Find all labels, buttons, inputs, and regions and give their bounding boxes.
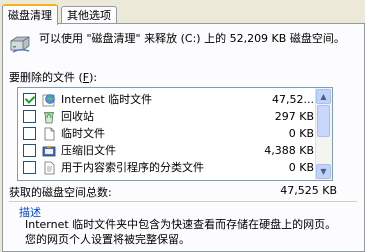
tab-more-options[interactable]: 其他选项 bbox=[61, 6, 117, 24]
cleanup-description: 可以使用 "磁盘清理" 来释放 (C:) 上的 52,209 KB 磁盘空间。 bbox=[39, 32, 345, 45]
file-name: Internet 临时文件 bbox=[61, 92, 153, 108]
recycle-bin-icon bbox=[44, 112, 54, 124]
space-gained-value: 47,525 KB bbox=[280, 184, 337, 197]
checkbox[interactable] bbox=[23, 161, 36, 174]
checkbox[interactable] bbox=[23, 93, 36, 106]
file-name: 压缩旧文件 bbox=[61, 144, 116, 157]
list-item[interactable]: 用于内容索引程序的分类文件 0 KB bbox=[18, 160, 314, 176]
globe-icon bbox=[42, 94, 55, 107]
file-name: 用于内容索引程序的分类文件 bbox=[61, 161, 204, 174]
list-item[interactable]: 回收站 297 KB bbox=[18, 109, 314, 125]
list-item[interactable]: 临时文件 0 KB bbox=[18, 126, 314, 142]
description-text: Internet 临时文件夹中包含为快速查看而存储在硬盘上的网页。您的网页个人设… bbox=[25, 218, 337, 246]
file-size: 4,388 KB bbox=[264, 144, 314, 157]
file-size: 0 KB bbox=[288, 161, 314, 174]
temp-file-icon bbox=[44, 127, 55, 141]
tab-strip: 磁盘清理 其他选项 bbox=[0, 4, 365, 25]
file-name: 临时文件 bbox=[61, 127, 105, 140]
hard-drive-icon bbox=[10, 36, 30, 53]
file-size: 0 KB bbox=[288, 127, 314, 140]
file-size: 47,52... bbox=[272, 93, 314, 106]
checkbox[interactable] bbox=[23, 110, 36, 123]
scroll-thumb[interactable] bbox=[317, 105, 330, 137]
scroll-up-button[interactable]: ▲ bbox=[316, 89, 331, 104]
vertical-scrollbar[interactable]: ▲ ▼ bbox=[315, 88, 332, 180]
file-name: 回收站 bbox=[61, 110, 94, 123]
checkbox[interactable] bbox=[23, 127, 36, 140]
checkbox[interactable] bbox=[23, 144, 36, 157]
tab-disk-cleanup[interactable]: 磁盘清理 bbox=[2, 4, 58, 25]
space-gained-label: 获取的磁盘空间总数: bbox=[9, 186, 112, 199]
list-item[interactable]: Internet 临时文件 47,52... bbox=[18, 92, 314, 108]
list-item[interactable]: 压缩旧文件 4,388 KB bbox=[18, 143, 314, 159]
compress-icon bbox=[42, 146, 56, 157]
file-size: 297 KB bbox=[274, 110, 314, 123]
files-to-delete-label: 要删除的文件 (F): bbox=[9, 71, 98, 84]
files-to-delete-list[interactable]: Internet 临时文件 47,52... 回收站 297 KB 临时文件 0… bbox=[17, 87, 333, 181]
catalog-file-icon bbox=[44, 161, 55, 175]
scroll-down-button[interactable]: ▼ bbox=[316, 164, 331, 179]
disk-cleanup-panel: 可以使用 "磁盘清理" 来释放 (C:) 上的 52,209 KB 磁盘空间。 … bbox=[2, 23, 365, 252]
